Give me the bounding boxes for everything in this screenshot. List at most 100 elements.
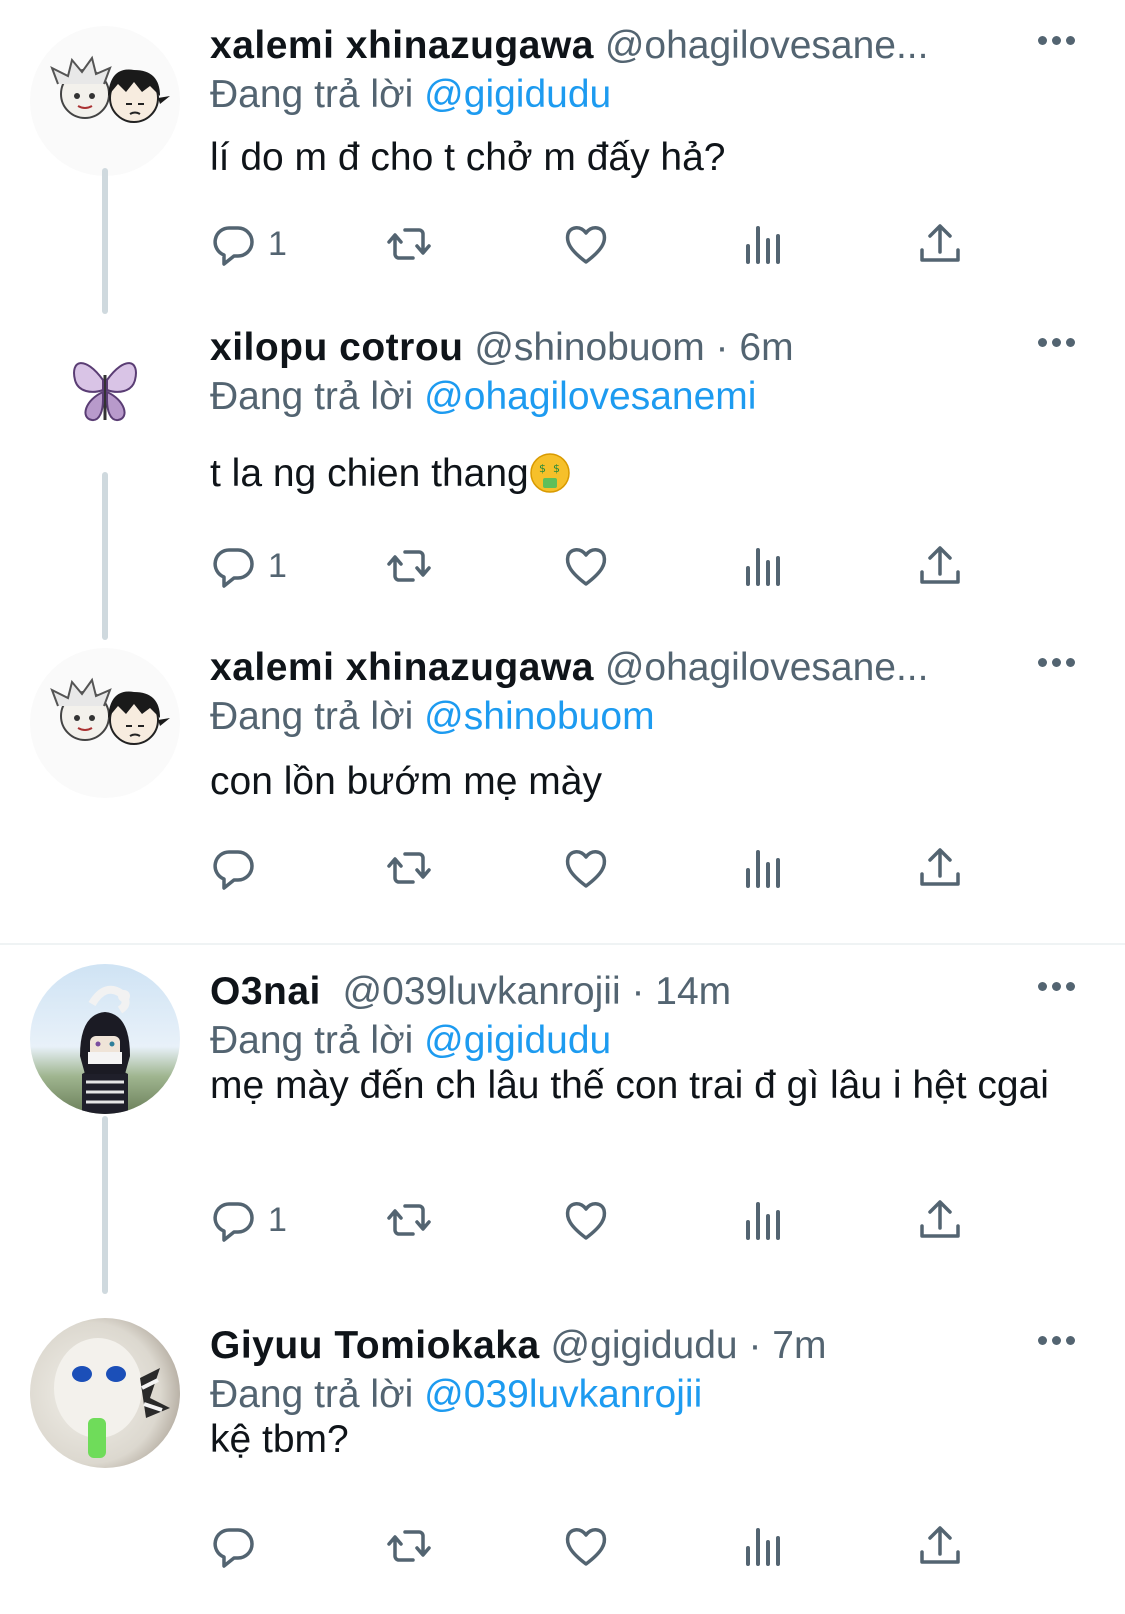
avatar[interactable] (30, 320, 180, 470)
views-button[interactable] (740, 214, 788, 274)
avatar-chibi-pair-icon (50, 55, 170, 123)
mention-link[interactable]: @ohagilovesanemi (424, 375, 756, 418)
mention-link[interactable]: @shinobuom (424, 695, 654, 738)
share-button[interactable] (916, 1516, 964, 1576)
svg-text:$: $ (553, 462, 560, 475)
retweet-button[interactable] (385, 214, 433, 274)
like-button[interactable] (562, 838, 610, 898)
retweet-button[interactable] (385, 1516, 433, 1576)
share-button[interactable] (916, 214, 964, 274)
tweet-header: O3nai @039luvkanrojii · 14m (210, 964, 731, 1020)
reply-button[interactable]: 1 (210, 1190, 287, 1250)
analytics-icon (746, 850, 780, 888)
tweet-header: Giyuu Tomiokaka @gigidudu · 7m (210, 1318, 826, 1374)
avatar-butterfly-icon (73, 362, 137, 422)
display-name[interactable]: Giyuu Tomiokaka (210, 1324, 540, 1367)
reply-context: Đang trả lời @ohagilovesanemi (210, 372, 756, 422)
reply-button[interactable] (210, 838, 268, 898)
mention-link[interactable]: @039luvkanrojii (424, 1373, 702, 1416)
reply-button[interactable] (210, 1516, 268, 1576)
reply-label: Đang trả lời (210, 695, 414, 738)
action-bar: 1 (210, 1190, 1010, 1250)
thread-line (102, 1116, 108, 1294)
tweet[interactable]: xilopu cotrou @shinobuom · 6m Đang trả l… (0, 320, 1125, 640)
reply-context: Đang trả lời @039luvkanrojii (210, 1370, 702, 1420)
share-icon (920, 224, 960, 262)
reply-button[interactable]: 1 (210, 536, 287, 596)
retweet-icon (387, 228, 431, 260)
avatar[interactable] (30, 648, 180, 798)
views-button[interactable] (740, 1516, 788, 1576)
like-button[interactable] (562, 536, 610, 596)
display-name[interactable]: O3nai (210, 970, 321, 1013)
mention-link[interactable]: @gigidudu (424, 73, 611, 116)
display-name[interactable]: xilopu cotrou (210, 326, 464, 369)
more-options-icon[interactable] (1038, 334, 1098, 374)
display-name[interactable]: xalemi xhinazugawa (210, 24, 594, 67)
like-button[interactable] (562, 1190, 610, 1250)
money-mouth-face-icon: $ $ (529, 452, 571, 508)
avatar[interactable] (30, 1318, 180, 1468)
tweet-text: lí do m đ cho t chở m đấy hả? (210, 136, 726, 179)
mention-link[interactable]: @gigidudu (424, 1019, 611, 1062)
avatar-character-icon (80, 985, 130, 1114)
thread-line (102, 168, 108, 314)
views-button[interactable] (740, 838, 788, 898)
share-button[interactable] (916, 838, 964, 898)
tweet-header: xilopu cotrou @shinobuom · 6m (210, 320, 794, 376)
retweet-icon (387, 852, 431, 884)
tweet[interactable]: xalemi xhinazugawa @ohagilovesane... Đan… (0, 640, 1125, 940)
handle[interactable]: @039luvkanrojii · 14m (343, 970, 732, 1013)
more-options-icon[interactable] (1038, 654, 1098, 694)
tweet-text: t la ng chien thang (210, 452, 529, 495)
conversation-divider (0, 943, 1125, 945)
display-name[interactable]: xalemi xhinazugawa (210, 646, 594, 689)
analytics-icon (746, 1202, 780, 1240)
svg-text:$: $ (539, 462, 546, 475)
tweet[interactable]: Giyuu Tomiokaka @gigidudu · 7m Đang trả … (0, 1318, 1125, 1614)
reply-label: Đang trả lời (210, 1019, 414, 1062)
avatar[interactable] (30, 26, 180, 176)
like-button[interactable] (562, 214, 610, 274)
tweet-header: xalemi xhinazugawa @ohagilovesane... (210, 18, 928, 74)
reply-icon (213, 1528, 254, 1568)
heart-icon (565, 1528, 607, 1566)
share-icon (920, 546, 960, 584)
action-bar (210, 1516, 1010, 1576)
reply-label: Đang trả lời (210, 375, 414, 418)
reply-icon (213, 1202, 254, 1242)
handle[interactable]: @shinobuom · 6m (474, 326, 793, 369)
handle[interactable]: @ohagilovesane... (605, 646, 929, 689)
avatar-plush-icon (54, 1338, 170, 1458)
retweet-button[interactable] (385, 1190, 433, 1250)
more-options-icon[interactable] (1038, 978, 1098, 1018)
tweet-text: mẹ mày đến ch lâu thế con trai đ gì lâu … (210, 1064, 1049, 1107)
like-button[interactable] (562, 1516, 610, 1576)
share-icon (920, 848, 960, 886)
heart-icon (565, 226, 607, 264)
reply-button[interactable]: 1 (210, 214, 287, 274)
tweet-header: xalemi xhinazugawa @ohagilovesane... (210, 640, 928, 696)
handle[interactable]: @ohagilovesane... (605, 24, 929, 67)
retweet-icon (387, 1530, 431, 1562)
action-bar: 1 (210, 214, 1010, 274)
retweet-button[interactable] (385, 838, 433, 898)
reply-count: 1 (268, 1200, 287, 1239)
share-button[interactable] (916, 1190, 964, 1250)
analytics-icon (746, 548, 780, 586)
action-bar: 1 (210, 536, 1010, 596)
tweet[interactable]: O3nai @039luvkanrojii · 14m Đang trả lời… (0, 964, 1125, 1294)
tweet[interactable]: xalemi xhinazugawa @ohagilovesane... Đan… (0, 18, 1125, 314)
heart-icon (565, 1202, 607, 1240)
views-button[interactable] (740, 1190, 788, 1250)
reply-count: 1 (268, 546, 287, 585)
avatar[interactable] (30, 964, 180, 1114)
handle[interactable]: @gigidudu · 7m (551, 1324, 827, 1367)
views-button[interactable] (740, 536, 788, 596)
tweet-text: con lồn bướm mẹ mày (210, 760, 602, 803)
retweet-button[interactable] (385, 536, 433, 596)
tweet-text-wrap: t la ng chien thang $ $ (210, 448, 1090, 508)
more-options-icon[interactable] (1038, 32, 1098, 72)
share-button[interactable] (916, 536, 964, 596)
more-options-icon[interactable] (1038, 1332, 1098, 1372)
